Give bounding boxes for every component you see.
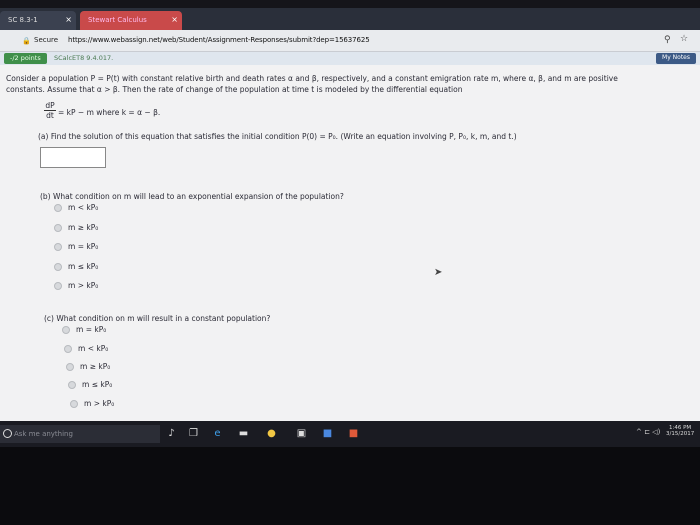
search-placeholder: Ask me anything <box>14 430 73 438</box>
secure-label: Secure <box>34 36 59 44</box>
store-icon[interactable]: ▣ <box>296 428 307 439</box>
cortana-icon <box>3 429 12 438</box>
radio-button[interactable] <box>64 345 72 353</box>
option-label: m = kP₀ <box>68 242 99 251</box>
radio-button[interactable] <box>66 363 74 371</box>
system-tray-icons[interactable]: ^ ⊏ ◁) <box>636 428 660 436</box>
option-label: m ≤ kP₀ <box>68 262 99 271</box>
photo-frame: SC 8.3-1 × Stewart Calculus × 🔒 Secure h… <box>0 0 700 525</box>
clock-date: 3/15/2017 <box>666 431 695 437</box>
option-label: m > kP₀ <box>84 399 115 408</box>
option-label: m > kP₀ <box>68 281 99 290</box>
lock-icon: 🔒 <box>22 37 31 45</box>
derivative-fraction: dP dt <box>44 101 56 120</box>
close-icon[interactable]: × <box>171 15 178 24</box>
option-label: m < kP₀ <box>68 203 99 212</box>
radio-button[interactable] <box>54 224 62 232</box>
question-id: SCalcET8 9.4.017. <box>54 54 114 62</box>
file-explorer-icon[interactable]: ▬ <box>238 428 249 439</box>
browser-tab-active[interactable]: Stewart Calculus × <box>80 11 182 30</box>
chrome-icon[interactable]: ● <box>266 428 277 439</box>
points-badge: -/2 points <box>4 53 47 64</box>
task-view-icon[interactable]: ❐ <box>188 428 199 439</box>
my-notes-button[interactable]: My Notes <box>656 53 696 64</box>
option-label: m ≥ kP₀ <box>80 362 111 371</box>
part-c-prompt: (c) What condition on m will result in a… <box>44 314 271 323</box>
option-label: m ≥ kP₀ <box>68 223 99 232</box>
close-icon[interactable]: × <box>65 15 72 24</box>
microphone-icon[interactable]: ♪ <box>166 428 177 439</box>
cortana-search-box[interactable]: Ask me anything <box>0 425 160 443</box>
assignment-header: -/2 points SCalcET8 9.4.017. My Notes <box>0 52 700 65</box>
intro-text-2: constants. Assume that α > β. Then the r… <box>6 85 463 94</box>
option-label: m < kP₀ <box>78 344 109 353</box>
part-b-prompt: (b) What condition on m will lead to an … <box>40 192 344 201</box>
mouse-cursor-icon: ➤ <box>434 267 443 278</box>
powerpoint-icon[interactable]: ■ <box>348 428 359 439</box>
radio-button[interactable] <box>68 381 76 389</box>
radio-button[interactable] <box>54 263 62 271</box>
radio-button[interactable] <box>70 400 78 408</box>
bookmark-star-icon[interactable]: ☆ <box>680 34 688 44</box>
radio-button[interactable] <box>54 282 62 290</box>
windows-taskbar: Ask me anything ♪ ❐ e ▬ ● ▣ ■ ■ ^ ⊏ ◁) 1… <box>0 421 700 447</box>
fraction-denominator: dt <box>46 111 54 120</box>
equation-text: = kP − m where k = α − β. <box>58 108 161 117</box>
tab-label: SC 8.3-1 <box>8 16 38 24</box>
intro-text-1: Consider a population P = P(t) with cons… <box>6 74 618 83</box>
screen-bezel <box>0 0 700 8</box>
radio-button[interactable] <box>62 326 70 334</box>
tab-label: Stewart Calculus <box>88 16 147 24</box>
radio-button[interactable] <box>54 204 62 212</box>
browser-tab[interactable]: SC 8.3-1 × <box>0 11 76 30</box>
url-text[interactable]: https://www.webassign.net/web/Student/As… <box>68 36 370 44</box>
taskbar-clock[interactable]: 1:46 PM 3/15/2017 <box>666 425 694 437</box>
part-a-answer-input[interactable] <box>40 147 106 168</box>
word-icon[interactable]: ■ <box>322 428 333 439</box>
part-a-prompt: (a) Find the solution of this equation t… <box>38 132 517 141</box>
option-label: m ≤ kP₀ <box>82 380 113 389</box>
address-bar[interactable]: 🔒 Secure https://www.webassign.net/web/S… <box>0 30 700 52</box>
radio-button[interactable] <box>54 243 62 251</box>
question-page: Consider a population P = P(t) with cons… <box>0 65 700 421</box>
zoom-icon[interactable]: ⚲ <box>664 35 671 45</box>
edge-icon[interactable]: e <box>212 428 223 439</box>
option-label: m = kP₀ <box>76 325 107 334</box>
browser-tab-bar: SC 8.3-1 × Stewart Calculus × <box>0 8 700 30</box>
fraction-numerator: dP <box>45 101 55 110</box>
